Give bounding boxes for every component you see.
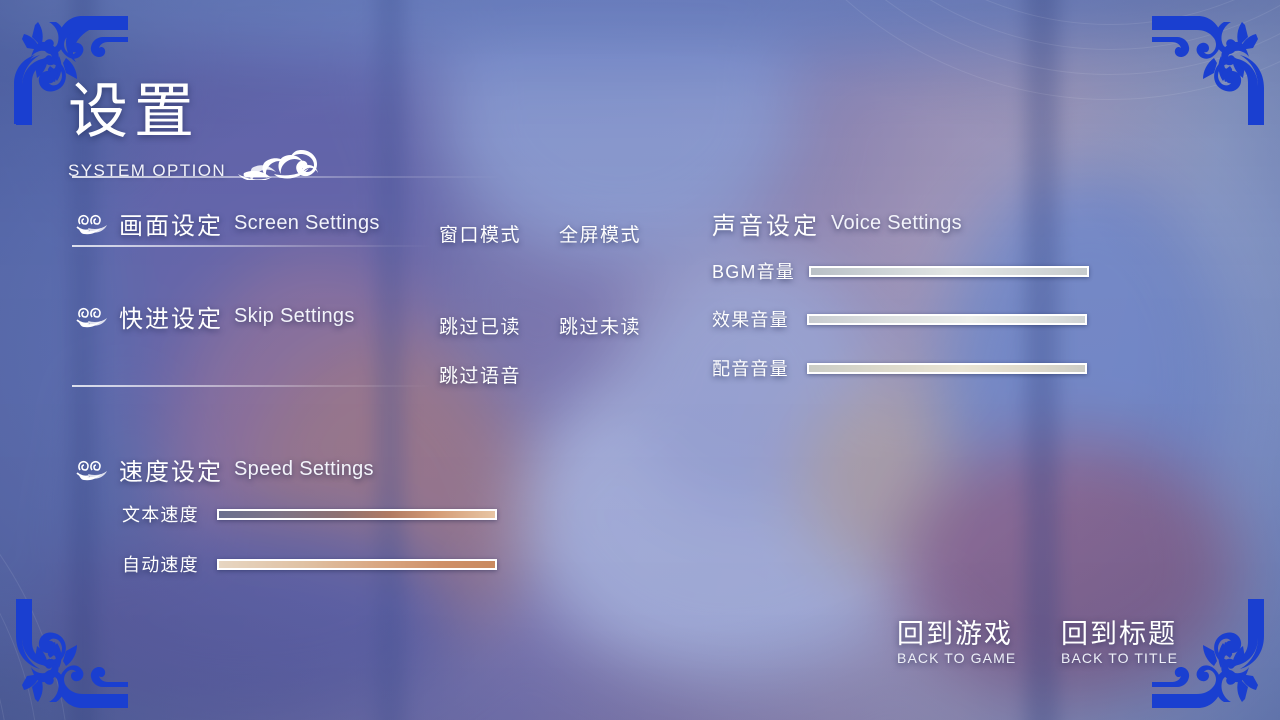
settings-screen: 设置 SYSTEM OPTION 画面设定 Screen Settings 窗口… (0, 0, 1280, 720)
slider-label: 自动速度 (122, 555, 199, 575)
slider-fill (808, 315, 1085, 323)
page-title-en: SYSTEM OPTION (68, 161, 226, 180)
section-header-speed: 速度设定 Speed Settings (74, 452, 374, 487)
section-title-en: Voice Settings (831, 212, 962, 234)
option-skip-unread[interactable]: 跳过未读 (559, 312, 641, 339)
back-to-title-label-en: BACK TO TITLE (1061, 650, 1179, 666)
section-title-en: Skip Settings (234, 305, 355, 327)
slider-auto-speed[interactable]: 自动速度 (122, 551, 497, 577)
back-to-game-label-en: BACK TO GAME (897, 650, 1017, 666)
cloud-swirl-icon (74, 211, 108, 237)
slider-label: BGM音量 (712, 262, 796, 282)
slider-track[interactable] (809, 265, 1090, 277)
option-windowed-mode[interactable]: 窗口模式 (439, 220, 521, 247)
back-to-game-label-cn: 回到游戏 (897, 619, 1013, 649)
screen-section-divider (72, 245, 432, 247)
slider-track[interactable] (806, 313, 1087, 325)
page-title: 设置 SYSTEM OPTION (68, 82, 334, 181)
slider-bgm-volume[interactable]: BGM音量 (712, 258, 1090, 284)
slider-sfx-volume[interactable]: 效果音量 (712, 306, 1087, 332)
section-title-cn: 速度设定 (119, 459, 223, 486)
slider-text-speed[interactable]: 文本速度 (122, 501, 497, 527)
back-to-game-button[interactable]: 回到游戏 BACK TO GAME (897, 618, 1016, 667)
section-title-en: Screen Settings (234, 212, 380, 234)
slider-label: 文本速度 (122, 505, 199, 525)
option-skip-voice[interactable]: 跳过语音 (439, 361, 521, 388)
slider-fill (218, 510, 495, 518)
option-skip-read[interactable]: 跳过已读 (439, 312, 521, 339)
slider-label: 配音音量 (712, 359, 789, 379)
option-fullscreen-mode[interactable]: 全屏模式 (559, 220, 641, 247)
slider-track[interactable] (216, 558, 497, 570)
section-title-en: Speed Settings (234, 458, 374, 480)
slider-fill (808, 364, 1085, 372)
cloud-swirl-icon (74, 457, 108, 483)
section-header-screen: 画面设定 Screen Settings (74, 206, 380, 241)
section-title-cn: 声音设定 (712, 213, 820, 240)
slider-track[interactable] (216, 508, 497, 520)
section-header-skip: 快进设定 Skip Settings (74, 299, 355, 334)
back-to-title-label-cn: 回到标题 (1061, 619, 1177, 649)
slider-track[interactable] (806, 362, 1087, 374)
skip-section-divider (72, 385, 432, 387)
back-to-title-button[interactable]: 回到标题 BACK TO TITLE (1061, 618, 1178, 667)
section-header-voice: 声音设定 Voice Settings (712, 206, 962, 241)
slider-fill (811, 267, 1088, 275)
title-divider (72, 176, 502, 178)
slider-dub-volume[interactable]: 配音音量 (712, 355, 1087, 381)
section-title-cn: 画面设定 (119, 213, 223, 240)
slider-label: 效果音量 (712, 310, 789, 330)
cloud-swirl-icon (74, 304, 108, 330)
section-title-cn: 快进设定 (119, 306, 223, 333)
cloud-swirl-icon (238, 146, 334, 180)
page-title-cn: 设置 (68, 78, 200, 145)
slider-fill (218, 560, 495, 568)
